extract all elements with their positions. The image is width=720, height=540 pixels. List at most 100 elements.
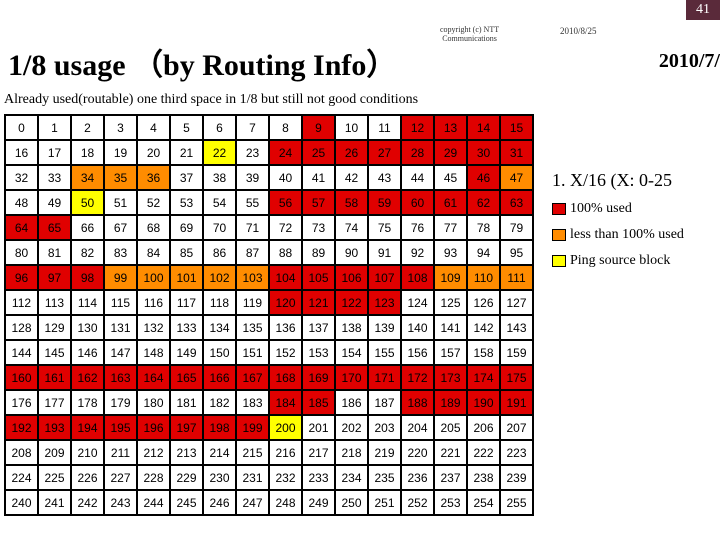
- grid-cell: 84: [137, 240, 170, 265]
- grid-cell: 207: [500, 415, 533, 440]
- grid-cell: 218: [335, 440, 368, 465]
- grid-cell: 3: [104, 115, 137, 140]
- grid-cell: 236: [401, 465, 434, 490]
- grid-cell: 208: [5, 440, 38, 465]
- grid-cell: 63: [500, 190, 533, 215]
- grid-cell: 210: [71, 440, 104, 465]
- grid-cell: 120: [269, 290, 302, 315]
- grid-cell: 204: [401, 415, 434, 440]
- grid-cell: 6: [203, 115, 236, 140]
- grid-cell: 147: [104, 340, 137, 365]
- subtitle: Already used(routable) one third space i…: [4, 92, 418, 108]
- grid-cell: 240: [5, 490, 38, 515]
- grid-cell: 164: [137, 365, 170, 390]
- grid-cell: 174: [467, 365, 500, 390]
- grid-cell: 159: [500, 340, 533, 365]
- grid-cell: 65: [38, 215, 71, 240]
- grid-cell: 246: [203, 490, 236, 515]
- grid-cell: 178: [71, 390, 104, 415]
- grid-cell: 126: [467, 290, 500, 315]
- grid-cell: 105: [302, 265, 335, 290]
- grid-cell: 102: [203, 265, 236, 290]
- grid-cell: 198: [203, 415, 236, 440]
- grid-cell: 152: [269, 340, 302, 365]
- grid-cell: 181: [170, 390, 203, 415]
- grid-cell: 16: [5, 140, 38, 165]
- grid-cell: 163: [104, 365, 137, 390]
- grid-cell: 134: [203, 315, 236, 340]
- grid-cell: 249: [302, 490, 335, 515]
- grid-cell: 75: [368, 215, 401, 240]
- grid-cell: 54: [203, 190, 236, 215]
- grid-cell: 2: [71, 115, 104, 140]
- grid-cell: 1: [38, 115, 71, 140]
- grid-cell: 187: [368, 390, 401, 415]
- grid-cell: 225: [38, 465, 71, 490]
- grid-cell: 9: [302, 115, 335, 140]
- grid-cell: 193: [38, 415, 71, 440]
- grid-cell: 8: [269, 115, 302, 140]
- grid-cell: 85: [170, 240, 203, 265]
- grid-cell: 31: [500, 140, 533, 165]
- grid-cell: 32: [5, 165, 38, 190]
- grid-cell: 69: [170, 215, 203, 240]
- grid-cell: 242: [71, 490, 104, 515]
- grid-cell: 47: [500, 165, 533, 190]
- grid-cell: 62: [467, 190, 500, 215]
- grid-cell: 68: [137, 215, 170, 240]
- page-title: 1/8 usage （by Routing Info）: [8, 40, 396, 84]
- grid-cell: 79: [500, 215, 533, 240]
- swatch-orange-icon: [552, 229, 566, 241]
- grid-cell: 194: [71, 415, 104, 440]
- grid-cell: 24: [269, 140, 302, 165]
- grid-cell: 18: [71, 140, 104, 165]
- date-large: 2010/7/: [659, 50, 720, 73]
- grid-cell: 90: [335, 240, 368, 265]
- grid-cell: 209: [38, 440, 71, 465]
- grid-cell: 138: [335, 315, 368, 340]
- grid-cell: 39: [236, 165, 269, 190]
- grid-cell: 15: [500, 115, 533, 140]
- grid-cell: 132: [137, 315, 170, 340]
- grid-cell: 254: [467, 490, 500, 515]
- grid-cell: 154: [335, 340, 368, 365]
- grid-cell: 180: [137, 390, 170, 415]
- grid-cell: 74: [335, 215, 368, 240]
- grid-cell: 237: [434, 465, 467, 490]
- date-small: 2010/8/25: [560, 26, 597, 36]
- grid-cell: 116: [137, 290, 170, 315]
- grid-cell: 196: [137, 415, 170, 440]
- grid-cell: 22: [203, 140, 236, 165]
- grid-cell: 156: [401, 340, 434, 365]
- grid-cell: 115: [104, 290, 137, 315]
- grid-cell: 213: [170, 440, 203, 465]
- grid-cell: 234: [335, 465, 368, 490]
- grid-cell: 162: [71, 365, 104, 390]
- grid-cell: 148: [137, 340, 170, 365]
- grid-cell: 167: [236, 365, 269, 390]
- grid-cell: 45: [434, 165, 467, 190]
- grid-cell: 11: [368, 115, 401, 140]
- grid-cell: 100: [137, 265, 170, 290]
- grid-cell: 192: [5, 415, 38, 440]
- grid-cell: 89: [302, 240, 335, 265]
- grid-cell: 140: [401, 315, 434, 340]
- grid-cell: 78: [467, 215, 500, 240]
- grid-cell: 67: [104, 215, 137, 240]
- grid-cell: 172: [401, 365, 434, 390]
- grid-cell: 200: [269, 415, 302, 440]
- grid-cell: 83: [104, 240, 137, 265]
- grid-cell: 131: [104, 315, 137, 340]
- grid-cell: 230: [203, 465, 236, 490]
- grid-cell: 189: [434, 390, 467, 415]
- grid-cell: 88: [269, 240, 302, 265]
- grid-cell: 7: [236, 115, 269, 140]
- grid-cell: 146: [71, 340, 104, 365]
- grid-cell: 201: [302, 415, 335, 440]
- grid-cell: 124: [401, 290, 434, 315]
- grid-cell: 109: [434, 265, 467, 290]
- grid-cell: 46: [467, 165, 500, 190]
- grid-cell: 217: [302, 440, 335, 465]
- grid-cell: 108: [401, 265, 434, 290]
- grid-cell: 221: [434, 440, 467, 465]
